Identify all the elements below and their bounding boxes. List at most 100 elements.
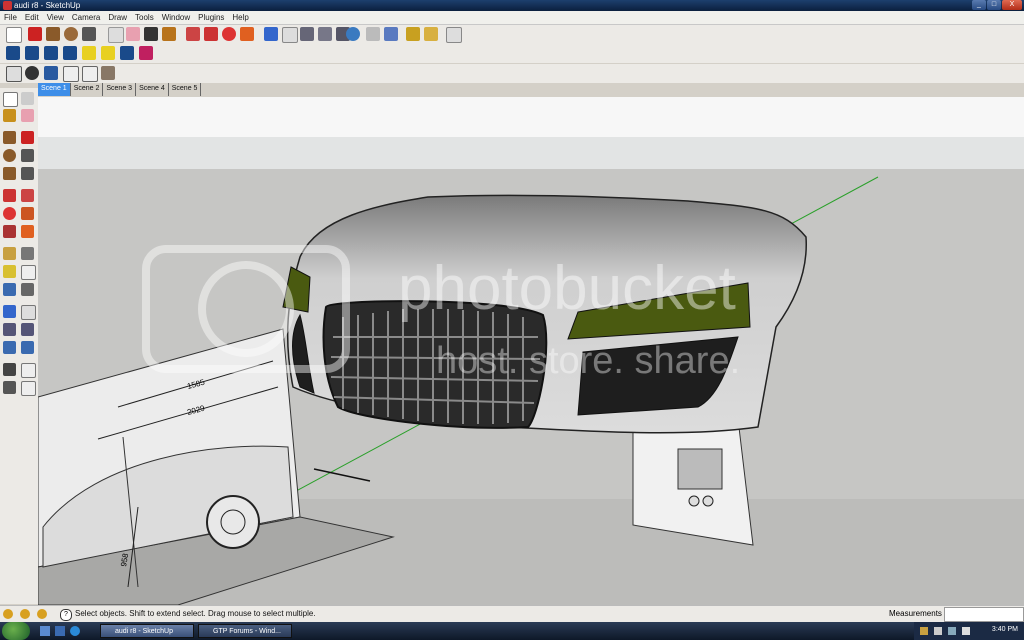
share-model-icon[interactable] — [366, 27, 380, 41]
eraser-tool-icon[interactable] — [21, 109, 34, 122]
soccer-ball-icon[interactable] — [25, 66, 39, 80]
move-tool-icon[interactable] — [204, 27, 218, 41]
menu-view[interactable]: View — [43, 11, 68, 24]
zoom-tool-icon[interactable] — [3, 323, 16, 336]
orbit-tool-icon[interactable] — [264, 27, 278, 41]
3d-text-icon[interactable] — [21, 283, 34, 296]
section-plane-icon[interactable] — [6, 66, 22, 82]
tape-measure-icon[interactable] — [3, 247, 16, 260]
position-camera-icon[interactable] — [3, 363, 16, 376]
rectangle-tool-icon[interactable] — [46, 27, 60, 41]
previous-view-icon[interactable] — [3, 341, 16, 354]
network-icon[interactable] — [948, 627, 956, 635]
menu-window[interactable]: Window — [158, 11, 194, 24]
measurements-input[interactable] — [944, 607, 1024, 622]
credits-icon[interactable] — [20, 609, 30, 619]
clock[interactable]: 3:40 PM — [992, 626, 1018, 633]
front-view-icon[interactable] — [44, 46, 58, 60]
user-icon[interactable] — [37, 609, 47, 619]
tape-measure-icon[interactable] — [144, 27, 158, 41]
menu-tools[interactable]: Tools — [131, 11, 158, 24]
help-icon[interactable]: ? — [60, 609, 72, 621]
top-view-icon[interactable] — [25, 46, 39, 60]
close-button[interactable]: X — [1002, 0, 1022, 10]
volume-icon[interactable] — [962, 627, 970, 635]
back-view-icon[interactable] — [82, 46, 96, 60]
freehand-tool-icon[interactable] — [21, 167, 34, 180]
get-models-icon[interactable] — [346, 27, 360, 41]
maximize-button[interactable]: □ — [987, 0, 1001, 10]
iso-view-icon[interactable] — [6, 46, 20, 60]
make-component-icon[interactable] — [108, 27, 124, 43]
share-component-icon[interactable] — [384, 27, 398, 41]
arc-tool-icon[interactable] — [21, 149, 34, 162]
taskbar-item-browser[interactable]: GTP Forums - Wind... — [198, 624, 292, 638]
pan-tool-icon[interactable] — [282, 27, 298, 43]
circle-tool-icon[interactable] — [64, 27, 78, 41]
zoom-extents-icon[interactable] — [21, 341, 34, 354]
add-location-icon[interactable] — [424, 27, 438, 41]
scale-tool-icon[interactable] — [3, 225, 16, 238]
menu-plugins[interactable]: Plugins — [194, 11, 228, 24]
position-camera-icon[interactable] — [44, 66, 58, 80]
paint-bucket-icon[interactable] — [162, 27, 176, 41]
rotate-tool-icon[interactable] — [222, 27, 236, 41]
rectangle-tool-icon[interactable] — [3, 131, 16, 144]
left-view-icon[interactable] — [101, 46, 115, 60]
menu-edit[interactable]: Edit — [21, 11, 43, 24]
axes-tool-icon[interactable] — [3, 283, 16, 296]
eraser-tool-icon[interactable] — [126, 27, 140, 41]
text-tool-icon[interactable] — [21, 265, 36, 280]
tray-icon[interactable] — [934, 627, 942, 635]
shaded-style-icon[interactable] — [139, 46, 153, 60]
section-plane-icon[interactable] — [21, 381, 36, 396]
tab-scene-1[interactable]: Scene 1 — [38, 83, 71, 96]
tab-scene-4[interactable]: Scene 4 — [136, 83, 169, 96]
zoom-window-icon[interactable] — [318, 27, 332, 41]
component-tool-icon[interactable] — [21, 92, 34, 105]
paint-bucket-icon[interactable] — [3, 109, 16, 122]
walk-tool-icon[interactable] — [63, 66, 79, 82]
start-button[interactable] — [2, 622, 30, 640]
polygon-tool-icon[interactable] — [3, 167, 16, 180]
menu-help[interactable]: Help — [228, 11, 252, 24]
zoom-tool-icon[interactable] — [300, 27, 314, 41]
minimize-button[interactable]: _ — [972, 0, 986, 10]
tray-icon[interactable] — [920, 627, 928, 635]
tab-scene-2[interactable]: Scene 2 — [71, 83, 104, 96]
xray-style-icon[interactable] — [120, 46, 134, 60]
zoom-window-icon[interactable] — [21, 323, 34, 336]
switch-windows-icon[interactable] — [55, 626, 65, 636]
push-pull-icon[interactable] — [186, 27, 200, 41]
move-tool-icon[interactable] — [3, 189, 16, 202]
preview-google-earth-icon[interactable] — [446, 27, 462, 43]
offset-tool-icon[interactable] — [21, 225, 34, 238]
select-tool-icon[interactable] — [6, 27, 22, 43]
dimension-tool-icon[interactable] — [21, 247, 34, 260]
protractor-icon[interactable] — [3, 265, 16, 278]
menu-file[interactable]: File — [0, 11, 21, 24]
arc-tool-icon[interactable] — [82, 27, 96, 41]
sandbox-icon[interactable] — [101, 66, 115, 80]
menu-draw[interactable]: Draw — [104, 11, 131, 24]
orbit-tool-icon[interactable] — [3, 305, 16, 318]
look-around-icon[interactable] — [21, 363, 36, 378]
model-viewport[interactable]: 1585 2029 958 photobucket host. store. s… — [38, 97, 1024, 605]
show-desktop-icon[interactable] — [40, 626, 50, 636]
walk-tool-icon[interactable] — [3, 381, 16, 394]
push-pull-icon[interactable] — [21, 189, 34, 202]
menu-camera[interactable]: Camera — [68, 11, 104, 24]
geo-location-icon[interactable] — [3, 609, 13, 619]
select-tool-icon[interactable] — [3, 92, 18, 107]
line-tool-icon[interactable] — [28, 27, 42, 41]
tab-scene-5[interactable]: Scene 5 — [169, 83, 202, 96]
taskbar-item-sketchup[interactable]: audi r8 - SketchUp — [100, 624, 194, 638]
get-photo-texture-icon[interactable] — [406, 27, 420, 41]
line-tool-icon[interactable] — [21, 131, 34, 144]
circle-tool-icon[interactable] — [3, 149, 16, 162]
browser-quicklaunch-icon[interactable] — [70, 626, 80, 636]
rotate-tool-icon[interactable] — [3, 207, 16, 220]
offset-tool-icon[interactable] — [240, 27, 254, 41]
tab-scene-3[interactable]: Scene 3 — [103, 83, 137, 96]
right-view-icon[interactable] — [63, 46, 77, 60]
